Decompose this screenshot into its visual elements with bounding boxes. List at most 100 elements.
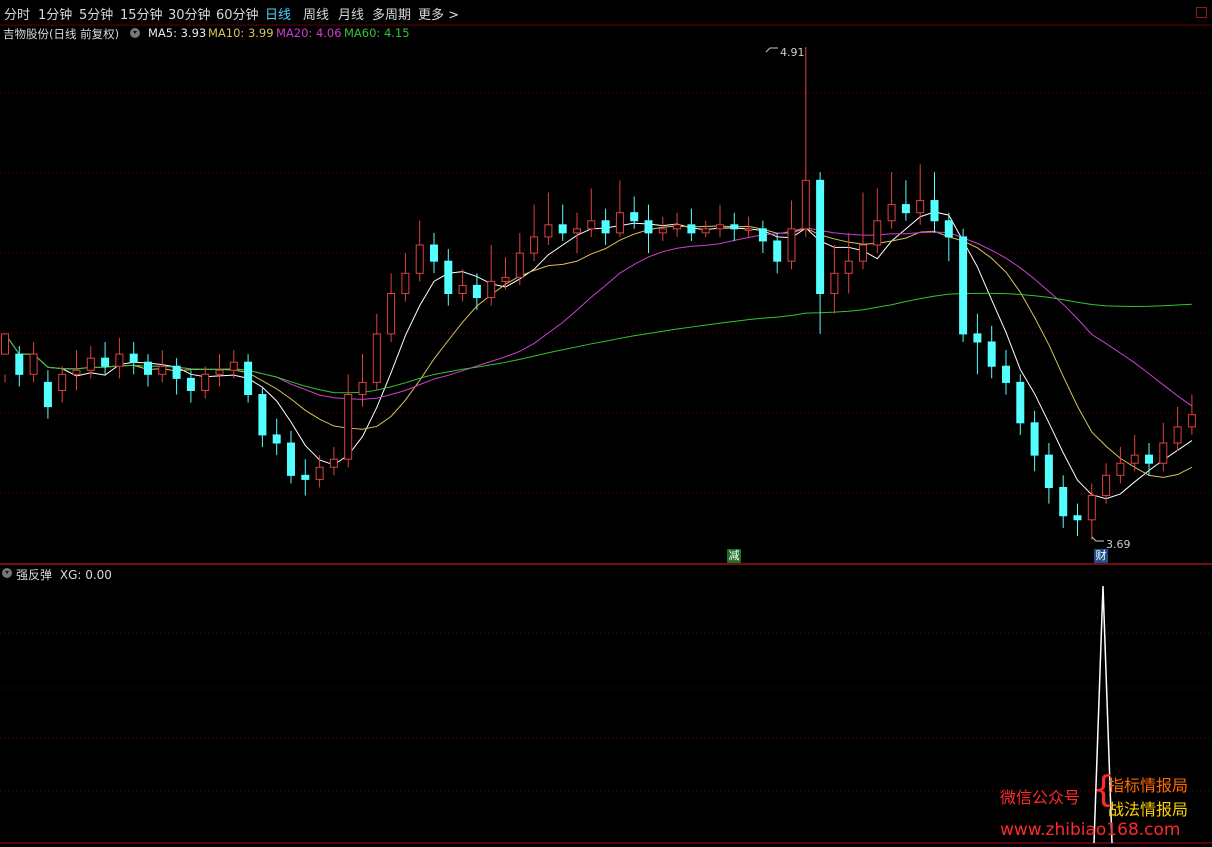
candle-body[interactable] xyxy=(973,333,982,343)
candle-body[interactable] xyxy=(472,284,481,299)
candle-body[interactable] xyxy=(229,361,238,371)
candle-body[interactable] xyxy=(901,204,910,214)
candle-body[interactable] xyxy=(430,244,438,262)
tab-7[interactable]: 周线 xyxy=(303,4,329,23)
candle-body[interactable] xyxy=(29,353,38,375)
candle-body[interactable] xyxy=(258,394,267,436)
candle-body[interactable] xyxy=(544,224,553,238)
candlestick-series[interactable] xyxy=(1,47,1196,540)
candle-body[interactable] xyxy=(1173,426,1182,444)
candle-body[interactable] xyxy=(930,200,939,222)
candle-body[interactable] xyxy=(1116,462,1125,476)
tab-9[interactable]: 多周期 xyxy=(372,4,411,23)
candle-body[interactable] xyxy=(72,369,81,375)
candle-body[interactable] xyxy=(458,284,467,294)
candle-body[interactable] xyxy=(1,333,9,355)
candle-body[interactable] xyxy=(887,204,896,222)
candle-body[interactable] xyxy=(601,220,610,234)
candle-body[interactable] xyxy=(959,236,968,335)
candle-body[interactable] xyxy=(987,341,996,367)
candle-body[interactable] xyxy=(801,179,810,230)
candle-body[interactable] xyxy=(186,377,195,391)
candle-body[interactable] xyxy=(415,244,424,274)
candle-body[interactable] xyxy=(401,272,410,294)
candle-body[interactable] xyxy=(1002,365,1010,383)
candle-body[interactable] xyxy=(387,293,396,335)
candle-body[interactable] xyxy=(816,179,825,294)
candle-body[interactable] xyxy=(1087,495,1096,521)
candle-body[interactable] xyxy=(315,466,324,480)
candle-body[interactable] xyxy=(1159,442,1168,464)
candle-body[interactable] xyxy=(1130,454,1139,464)
candle-body[interactable] xyxy=(615,212,624,234)
candle-body[interactable] xyxy=(501,276,510,282)
candle-body[interactable] xyxy=(15,353,24,375)
candle-body[interactable] xyxy=(158,365,167,375)
candle-body[interactable] xyxy=(86,357,95,371)
candle-body[interactable] xyxy=(515,252,524,278)
tab-8[interactable]: 月线 xyxy=(338,4,364,23)
candle-body[interactable] xyxy=(716,224,724,230)
candle-body[interactable] xyxy=(773,240,782,262)
candle-body[interactable] xyxy=(487,280,496,299)
candle-body[interactable] xyxy=(701,228,710,234)
tab-4[interactable]: 30分钟 xyxy=(168,4,211,23)
candle-body[interactable] xyxy=(916,200,925,214)
candle-body[interactable] xyxy=(859,244,867,262)
candle-body[interactable] xyxy=(558,224,567,234)
candle-body[interactable] xyxy=(358,381,367,396)
candle-body[interactable] xyxy=(873,220,882,246)
candle-body[interactable] xyxy=(115,353,124,367)
candle-body[interactable] xyxy=(43,381,52,408)
candle-body[interactable] xyxy=(830,272,839,294)
candle-body[interactable] xyxy=(587,220,596,230)
candle-body[interactable] xyxy=(244,361,253,396)
tab-6[interactable]: 日线 xyxy=(265,4,291,23)
candle-body[interactable] xyxy=(1073,515,1082,521)
candle-body[interactable] xyxy=(344,394,353,460)
candle-body[interactable] xyxy=(758,228,767,242)
candle-body[interactable] xyxy=(287,442,295,476)
candle-body[interactable] xyxy=(687,224,696,234)
tab-3[interactable]: 15分钟 xyxy=(120,4,163,23)
candle-body[interactable] xyxy=(329,458,338,468)
candle-body[interactable] xyxy=(844,260,853,274)
reduce-event-badge[interactable]: 减 xyxy=(727,549,741,563)
candle-body[interactable] xyxy=(787,228,796,262)
candle-body[interactable] xyxy=(1059,486,1068,517)
candle-body[interactable] xyxy=(444,260,453,294)
candle-body[interactable] xyxy=(1102,474,1111,497)
tab-0[interactable]: 分时 xyxy=(4,4,30,23)
candle-body[interactable] xyxy=(573,228,581,234)
indicator-name[interactable]: 强反弹 xyxy=(16,568,52,582)
close-icon[interactable] xyxy=(1196,7,1207,18)
candle-body[interactable] xyxy=(944,220,953,238)
candle-body[interactable] xyxy=(201,373,210,391)
candle-body[interactable] xyxy=(530,236,539,254)
candle-body[interactable] xyxy=(658,228,667,234)
candle-body[interactable] xyxy=(1044,454,1053,488)
chart-canvas[interactable]: 4.91 3.69 xyxy=(0,0,1212,847)
candle-body[interactable] xyxy=(730,224,739,230)
candle-body[interactable] xyxy=(673,224,682,230)
stock-title[interactable]: 吉物股份(日线 前复权) xyxy=(3,26,119,42)
candle-body[interactable] xyxy=(172,365,181,379)
candle-body[interactable] xyxy=(744,228,753,231)
candle-body[interactable] xyxy=(144,361,152,375)
candle-body[interactable] xyxy=(644,220,653,234)
candle-body[interactable] xyxy=(215,369,224,375)
tab-5[interactable]: 60分钟 xyxy=(216,4,259,23)
finance-event-badge[interactable]: 财 xyxy=(1094,549,1108,563)
tab-2[interactable]: 5分钟 xyxy=(79,4,113,23)
tab-10[interactable]: 更多 > xyxy=(418,4,459,23)
candle-body[interactable] xyxy=(272,434,281,444)
candle-body[interactable] xyxy=(1187,414,1196,428)
candle-body[interactable] xyxy=(129,353,138,363)
candle-body[interactable] xyxy=(372,333,381,383)
tab-1[interactable]: 1分钟 xyxy=(38,4,72,23)
candle-body[interactable] xyxy=(1145,454,1153,464)
candle-body[interactable] xyxy=(630,212,639,222)
candle-body[interactable] xyxy=(58,373,67,391)
candle-body[interactable] xyxy=(1016,381,1025,424)
candle-body[interactable] xyxy=(1030,422,1039,456)
